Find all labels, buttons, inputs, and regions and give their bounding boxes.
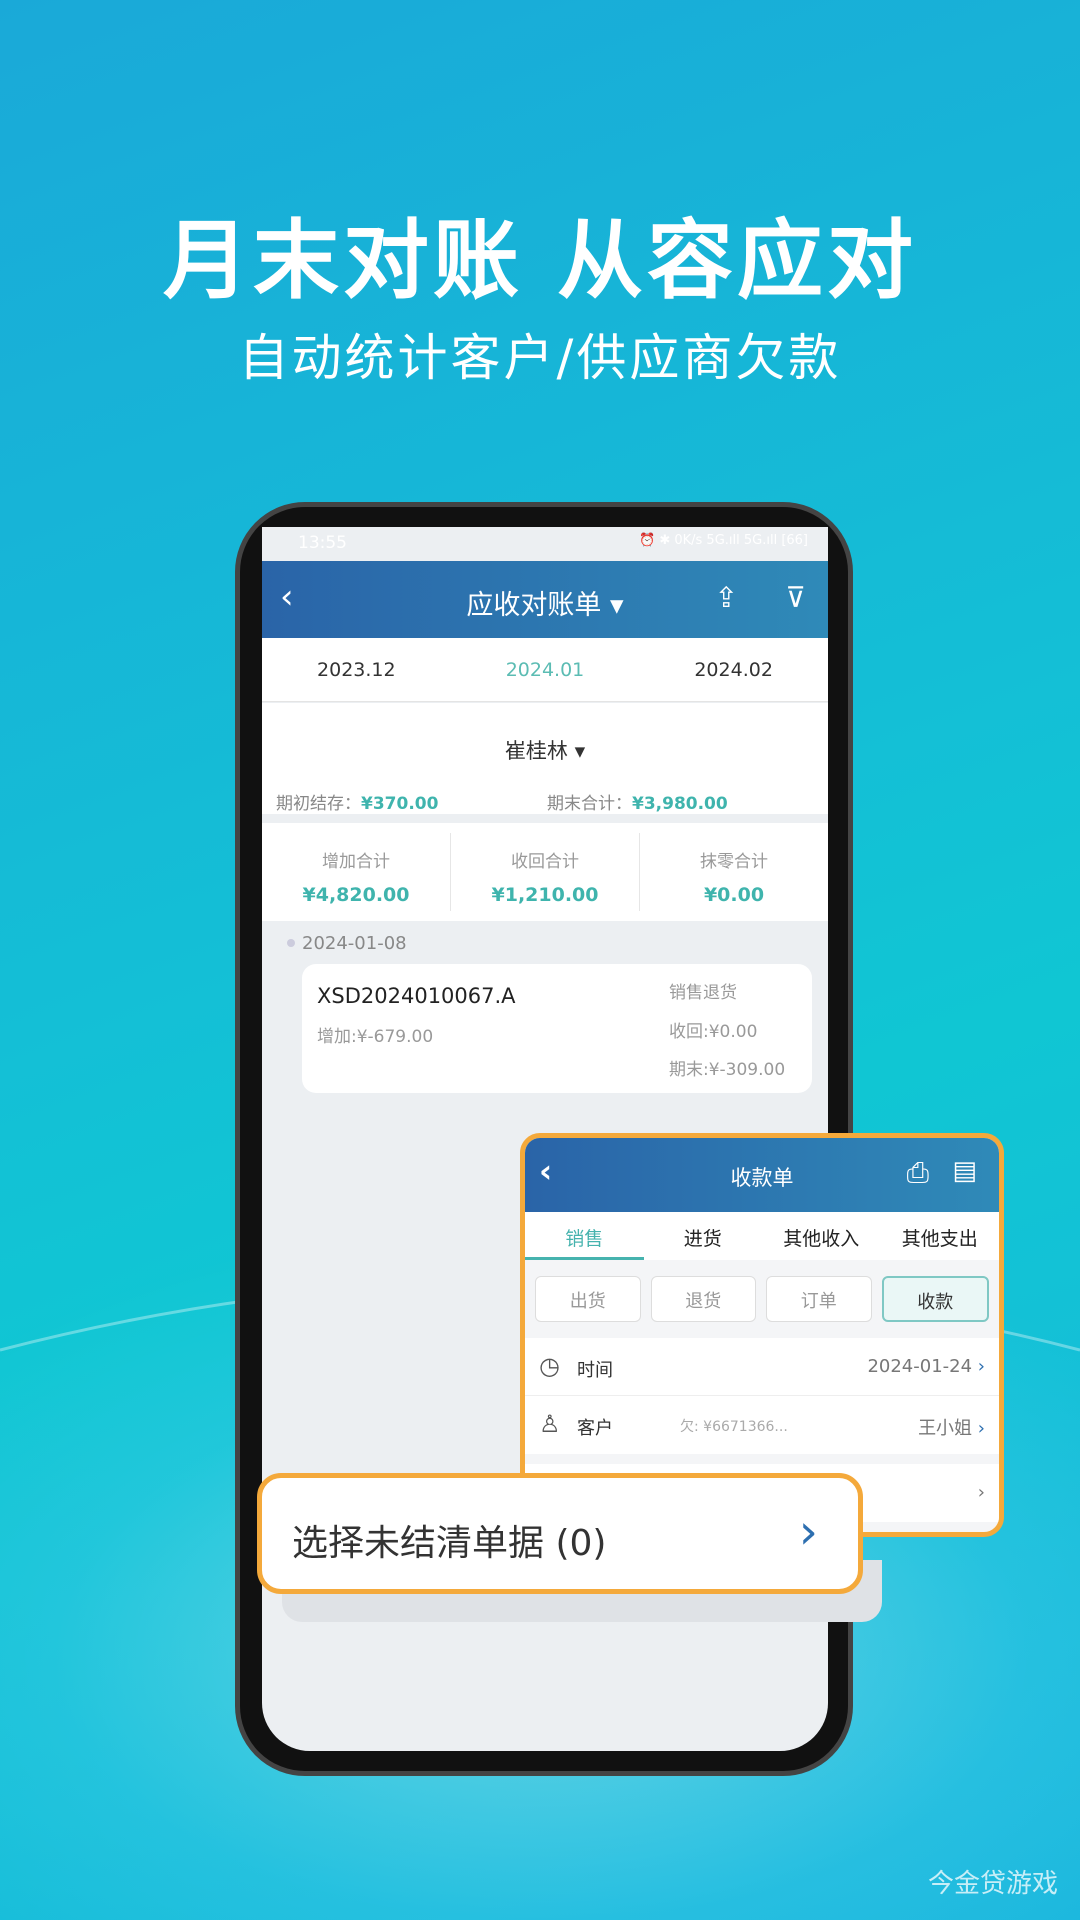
order-button[interactable]: 订单 <box>766 1276 872 1322</box>
month-tabs: 2023.12 2024.01 2024.02 <box>262 638 828 702</box>
status-icons: ⏰ ✱ 0K/s 5G.ıll 5G.ıll [66] <box>639 533 808 548</box>
shipment-button[interactable]: 出货 <box>535 1276 641 1322</box>
filter-icon[interactable]: ⊽ <box>786 581 807 614</box>
entry-number: XSD2024010067.A <box>317 984 516 1008</box>
entry-added: 增加:¥-679.00 <box>317 1027 434 1047</box>
entry-date: 2024-01-08 <box>302 933 407 954</box>
clock-icon: ◷ <box>539 1352 560 1380</box>
total-value: ¥0.00 <box>703 884 765 906</box>
total-label: 收回合计 <box>511 852 579 872</box>
customer-selector[interactable]: 崔桂林 ▾ <box>262 735 828 765</box>
customer-summary: 崔桂林 ▾ 期初结存：¥370.00 期末合计：¥3,980.00 <box>262 703 828 819</box>
opening-balance: 期初结存：¥370.00 <box>276 789 438 814</box>
receipt-tabs: 销售 进货 其他收入 其他支出 <box>525 1212 999 1260</box>
return-button[interactable]: 退货 <box>650 1276 756 1322</box>
status-bar: 13:55 ⏰ ✱ 0K/s 5G.ıll 5G.ıll [66] <box>262 527 828 561</box>
hero-title: 月末对账 从容应对 <box>163 211 917 311</box>
time-row[interactable]: ◷ 时间 2024-01-24 › <box>525 1338 999 1396</box>
tab-other-expense[interactable]: 其他支出 <box>881 1212 1000 1260</box>
closing-value: ¥3,980.00 <box>632 794 728 814</box>
type-buttons: 出货 退货 订单 收款 <box>525 1260 999 1338</box>
entry-type: 销售退货 <box>669 983 737 1003</box>
tab-month-current[interactable]: 2024.01 <box>506 659 585 681</box>
timeline-dot <box>287 939 295 947</box>
chevron-right-icon: › <box>798 1504 818 1560</box>
owed-amount: 欠: ¥6671366... <box>680 1419 788 1435</box>
total-value: ¥1,210.00 <box>491 884 599 906</box>
status-time: 13:55 <box>298 533 347 553</box>
receipt-button[interactable]: 收款 <box>881 1276 989 1322</box>
customer-name: 王小姐 <box>918 1418 973 1439</box>
entry-ending: 期末:¥-309.00 <box>669 1060 786 1080</box>
callout-label: 选择未结清单据 (0) <box>292 1523 607 1564</box>
tab-purchase[interactable]: 进货 <box>644 1212 763 1260</box>
opening-value: ¥370.00 <box>361 794 439 814</box>
tab-other-income[interactable]: 其他收入 <box>762 1212 881 1260</box>
page-title-dropdown[interactable]: 应收对账单 ▾ <box>262 583 828 622</box>
total-value: ¥4,820.00 <box>302 884 410 906</box>
chevron-right-icon: › <box>977 1356 985 1377</box>
printer-icon[interactable]: ⎙ <box>907 1156 929 1190</box>
chevron-right-icon: › <box>977 1418 985 1439</box>
time-value: 2024-01-24 › <box>867 1356 985 1377</box>
entry-card[interactable]: XSD2024010067.A 增加:¥-679.00 销售退货 收回:¥0.0… <box>302 964 812 1093</box>
closing-total: 期末合计：¥3,980.00 <box>547 789 728 814</box>
total-rounding: 抹零合计 ¥0.00 <box>640 833 828 911</box>
receipt-header: ‹ 收款单 ⎙ ▤ <box>525 1138 999 1212</box>
app-header: ‹ 应收对账单 ▾ ⇪ ⊽ <box>262 561 828 638</box>
hero-subtitle: 自动统计客户/供应商欠款 <box>238 329 842 387</box>
chevron-right-icon: › <box>977 1482 985 1503</box>
tab-month-next[interactable]: 2024.02 <box>694 659 773 681</box>
unsettled-documents-callout[interactable]: 选择未结清单据 (0) › <box>257 1473 863 1594</box>
share-icon[interactable]: ⇪ <box>715 581 738 614</box>
time-label: 时间 <box>577 1360 613 1381</box>
total-added: 增加合计 ¥4,820.00 <box>262 833 451 911</box>
total-label: 抹零合计 <box>700 852 768 872</box>
watermark: 今金贷游戏 <box>927 1869 1058 1899</box>
opening-label: 期初结存： <box>276 794 361 814</box>
tab-month-prev[interactable]: 2023.12 <box>317 659 396 681</box>
time-value-text: 2024-01-24 <box>867 1356 973 1377</box>
total-received: 收回合计 ¥1,210.00 <box>451 833 640 911</box>
notepad-icon[interactable]: ▤ <box>952 1156 977 1186</box>
totals-row: 增加合计 ¥4,820.00 收回合计 ¥1,210.00 抹零合计 ¥0.00 <box>262 823 828 921</box>
customer-label: 客户 <box>577 1418 613 1439</box>
total-label: 增加合计 <box>322 852 390 872</box>
tab-sales[interactable]: 销售 <box>525 1212 644 1260</box>
customer-value: 王小姐 › <box>918 1414 985 1440</box>
user-check-icon: ♙ <box>539 1410 561 1438</box>
customer-row[interactable]: ♙ 客户 欠: ¥6671366... 王小姐 › <box>525 1396 999 1454</box>
entry-received: 收回:¥0.00 <box>669 1022 758 1042</box>
closing-label: 期末合计： <box>547 794 632 814</box>
